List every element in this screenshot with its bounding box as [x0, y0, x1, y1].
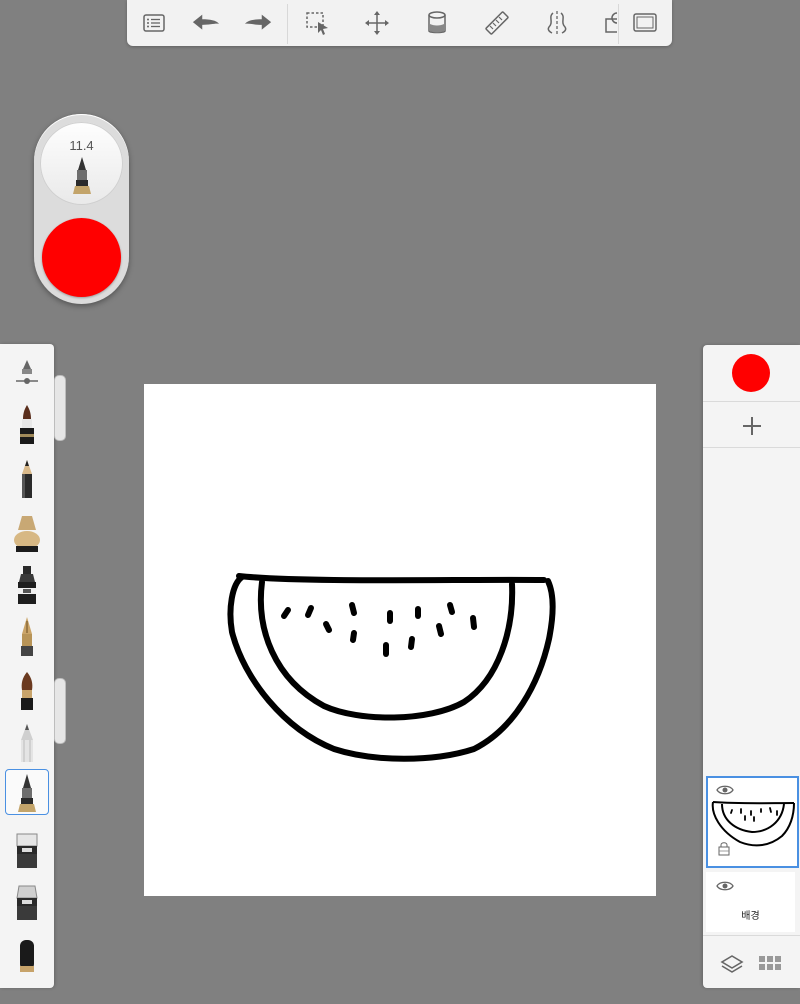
- fountain-pen-icon[interactable]: [5, 614, 49, 658]
- divider: [703, 447, 800, 448]
- layer-lock-icon: [718, 842, 730, 856]
- undo-icon[interactable]: [191, 8, 221, 38]
- brush-puck[interactable]: 11.4: [34, 114, 129, 304]
- brush-panel-drag-handle[interactable]: [54, 678, 66, 744]
- transform-icon[interactable]: [362, 8, 392, 38]
- marker-icon[interactable]: [5, 562, 49, 606]
- layers-panel: 배경: [703, 345, 800, 988]
- toolbar-separator: [287, 4, 288, 44]
- watermelon-drawing: [227, 573, 556, 762]
- layer-name-label: 배경: [741, 911, 760, 922]
- airbrush-icon[interactable]: [5, 510, 49, 554]
- layer-thumbnail-1[interactable]: [706, 776, 799, 868]
- hard-pencil-icon[interactable]: [5, 720, 49, 764]
- fullscreen-icon[interactable]: [630, 8, 660, 38]
- fill-icon[interactable]: [422, 8, 452, 38]
- plus-icon: [743, 417, 761, 435]
- redo-icon[interactable]: [243, 8, 273, 38]
- visibility-eye-icon[interactable]: [716, 784, 734, 796]
- list-icon[interactable]: [139, 8, 169, 38]
- color-picker-button[interactable]: [42, 218, 121, 297]
- brush-size-control[interactable]: 11.4: [40, 122, 123, 205]
- drawing-canvas[interactable]: [144, 384, 656, 896]
- ballpoint-pen-icon: [73, 157, 91, 194]
- eraser-hard-icon[interactable]: [5, 880, 49, 924]
- smudge-icon[interactable]: [5, 934, 49, 978]
- ballpoint-pen-icon[interactable]: [5, 769, 49, 815]
- brush-library: [0, 344, 54, 988]
- layer-thumbnail-background[interactable]: 배경: [706, 872, 795, 932]
- grid-view-icon[interactable]: [758, 953, 782, 975]
- brush-size-value: 11.4: [69, 138, 94, 153]
- symmetry-icon[interactable]: [542, 8, 572, 38]
- ruler-icon[interactable]: [482, 8, 512, 38]
- divider: [703, 401, 800, 402]
- toolbar-separator: [618, 4, 619, 44]
- paintbrush-icon[interactable]: [5, 668, 49, 712]
- layer-color-swatch[interactable]: [732, 354, 770, 392]
- selection-icon[interactable]: [302, 8, 332, 38]
- add-layer-button[interactable]: [735, 409, 769, 443]
- felt-pen-icon[interactable]: [5, 402, 49, 446]
- brush-panel-scroll-handle[interactable]: [54, 375, 66, 441]
- brush-settings-icon[interactable]: [5, 350, 49, 394]
- visibility-eye-icon[interactable]: [716, 880, 734, 892]
- top-toolbar: [127, 0, 672, 46]
- pencil-icon[interactable]: [5, 456, 49, 500]
- eraser-soft-icon[interactable]: [5, 828, 49, 872]
- divider: [703, 935, 800, 936]
- shape-icon[interactable]: [597, 8, 617, 38]
- layers-stack-icon[interactable]: [720, 952, 744, 976]
